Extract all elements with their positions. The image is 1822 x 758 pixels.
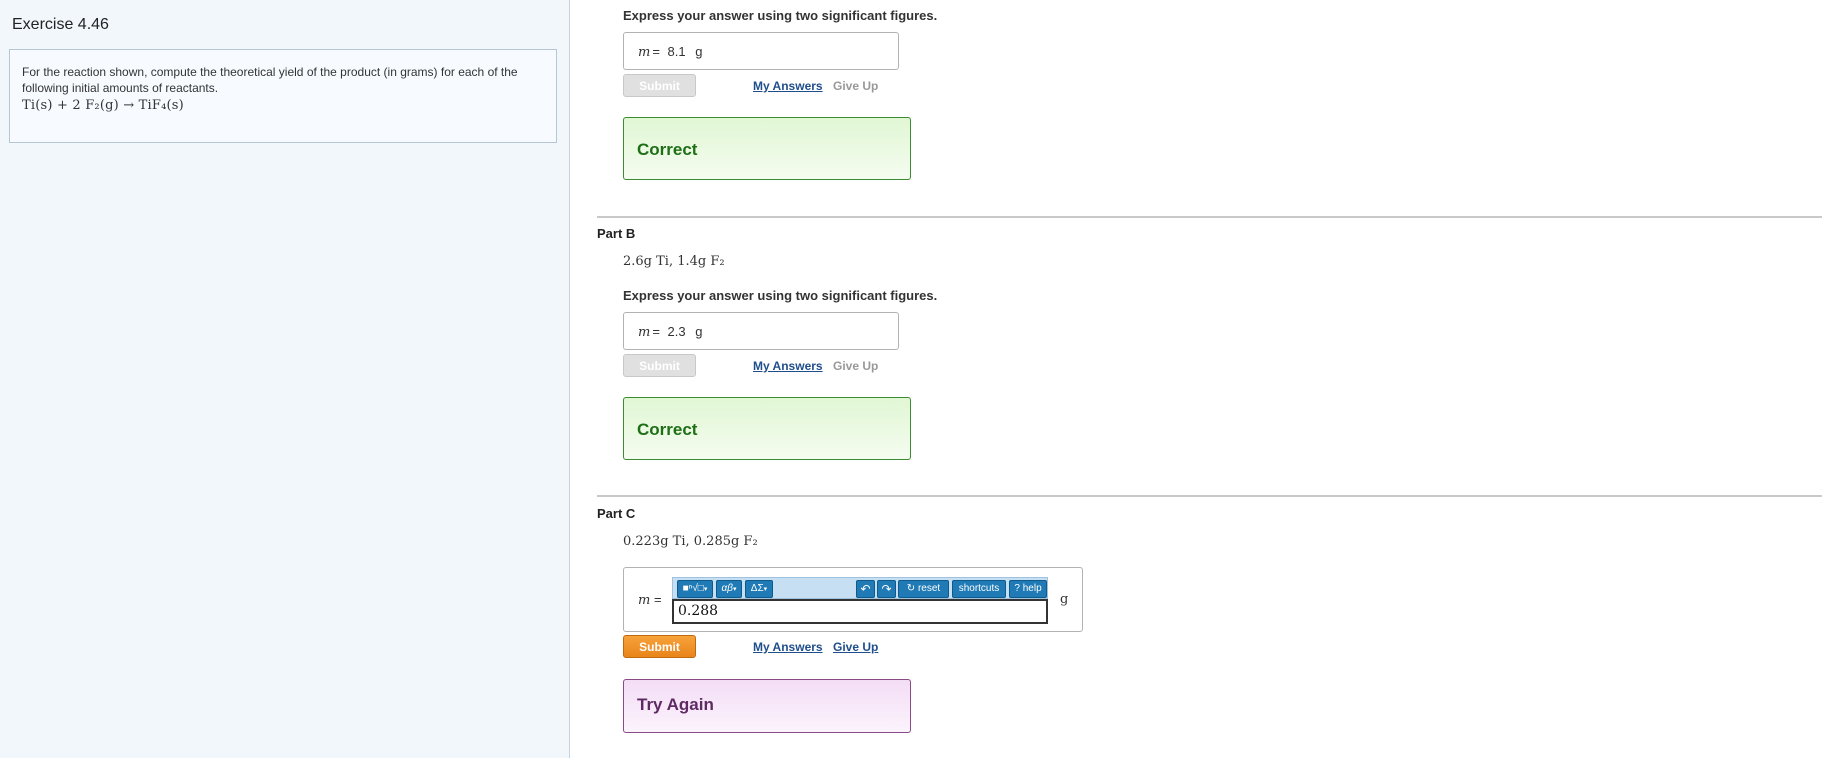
exercise-title: Exercise 4.46: [12, 16, 109, 33]
redo-icon: ↷: [881, 582, 892, 596]
part-b-instruction: Express your answer using two significan…: [623, 288, 938, 303]
part-c-divider: [597, 495, 1822, 497]
part-c-equals: =: [653, 592, 662, 607]
part-a-variable: m: [638, 45, 651, 60]
redo-button[interactable]: ↷: [877, 580, 896, 598]
problem-panel: Exercise 4.46 For the reaction shown, co…: [0, 0, 570, 758]
part-c-submit-button[interactable]: Submit: [623, 635, 696, 658]
part-b-submit-button[interactable]: Submit: [623, 354, 696, 377]
reset-button[interactable]: ↻ reset: [898, 580, 949, 598]
part-c-feedback-text: Try Again: [637, 695, 714, 714]
part-a-unit: g: [695, 44, 703, 59]
part-c-feedback-try-again: Try Again: [623, 679, 911, 733]
problem-statement-box: For the reaction shown, compute the theo…: [9, 49, 557, 143]
part-b-unit: g: [695, 324, 703, 339]
reset-icon: ↻: [906, 583, 916, 594]
part-a-answer-box: m = 8.1 g: [623, 32, 899, 70]
math-editor-toolbar: ■ⁿ√□▾ αβ▾ ΔΣ▾ ↶ ↷ ↻ reset shortcuts ? he…: [672, 577, 1048, 599]
part-a-submit-button[interactable]: Submit: [623, 74, 696, 97]
part-b-answer-box: m = 2.3 g: [623, 312, 899, 350]
undo-button[interactable]: ↶: [856, 580, 875, 598]
shortcuts-button[interactable]: shortcuts: [952, 580, 1006, 598]
part-b-label: Part B: [597, 226, 636, 241]
part-b-answer-value: 2.3: [667, 324, 686, 339]
help-icon: ?: [1014, 583, 1020, 594]
part-c-my-answers-link[interactable]: My Answers: [753, 640, 823, 654]
undo-icon: ↶: [860, 582, 871, 596]
part-c-prompt: 0.223g Ti, 0.285g F₂: [623, 534, 758, 549]
help-button[interactable]: ? help: [1009, 580, 1047, 598]
part-b-variable: m: [638, 325, 651, 340]
part-b-equals: =: [652, 324, 660, 339]
part-b-feedback-text: Correct: [637, 420, 698, 439]
chevron-down-icon: ▾: [703, 586, 708, 593]
mastering-chemistry-page: Exercise 4.46 For the reaction shown, co…: [0, 0, 1822, 758]
part-c-label: Part C: [597, 506, 636, 521]
part-b-my-answers-link[interactable]: My Answers: [753, 359, 823, 373]
symbols-dropdown-button[interactable]: ΔΣ▾: [745, 580, 773, 598]
part-a-feedback-correct: Correct: [623, 117, 911, 180]
part-c-unit: g: [1060, 592, 1069, 607]
part-b-divider: [597, 216, 1822, 218]
greek-letters-dropdown-button[interactable]: αβ▾: [716, 580, 742, 598]
reaction-equation: Ti(s) + 2 F₂(g) → TiF₄(s): [22, 98, 184, 113]
chevron-down-icon: ▾: [763, 586, 768, 593]
templates-dropdown-button[interactable]: ■ⁿ√□▾: [677, 580, 713, 598]
part-a-my-answers-link[interactable]: My Answers: [753, 79, 823, 93]
part-c-give-up-link[interactable]: Give Up: [833, 640, 878, 654]
part-a-feedback-text: Correct: [637, 140, 698, 159]
chevron-down-icon: ▾: [732, 586, 737, 593]
part-c-answer-input[interactable]: 0.288: [672, 599, 1048, 624]
problem-text: For the reaction shown, compute the theo…: [22, 65, 518, 95]
part-b-prompt: 2.6g Ti, 1.4g F₂: [623, 254, 725, 269]
part-a-answer-value: 8.1: [667, 44, 686, 59]
part-c-math-editor: m = ■ⁿ√□▾ αβ▾ ΔΣ▾ ↶ ↷ ↻ reset shortcuts …: [623, 567, 1083, 632]
part-b-give-up-link[interactable]: Give Up: [833, 359, 878, 373]
part-c-variable: m: [638, 593, 651, 608]
part-a-give-up-link[interactable]: Give Up: [833, 79, 878, 93]
part-a-equals: =: [652, 44, 660, 59]
part-b-feedback-correct: Correct: [623, 397, 911, 460]
part-a-instruction: Express your answer using two significan…: [623, 8, 938, 23]
answer-panel: Express your answer using two significan…: [571, 0, 1822, 758]
